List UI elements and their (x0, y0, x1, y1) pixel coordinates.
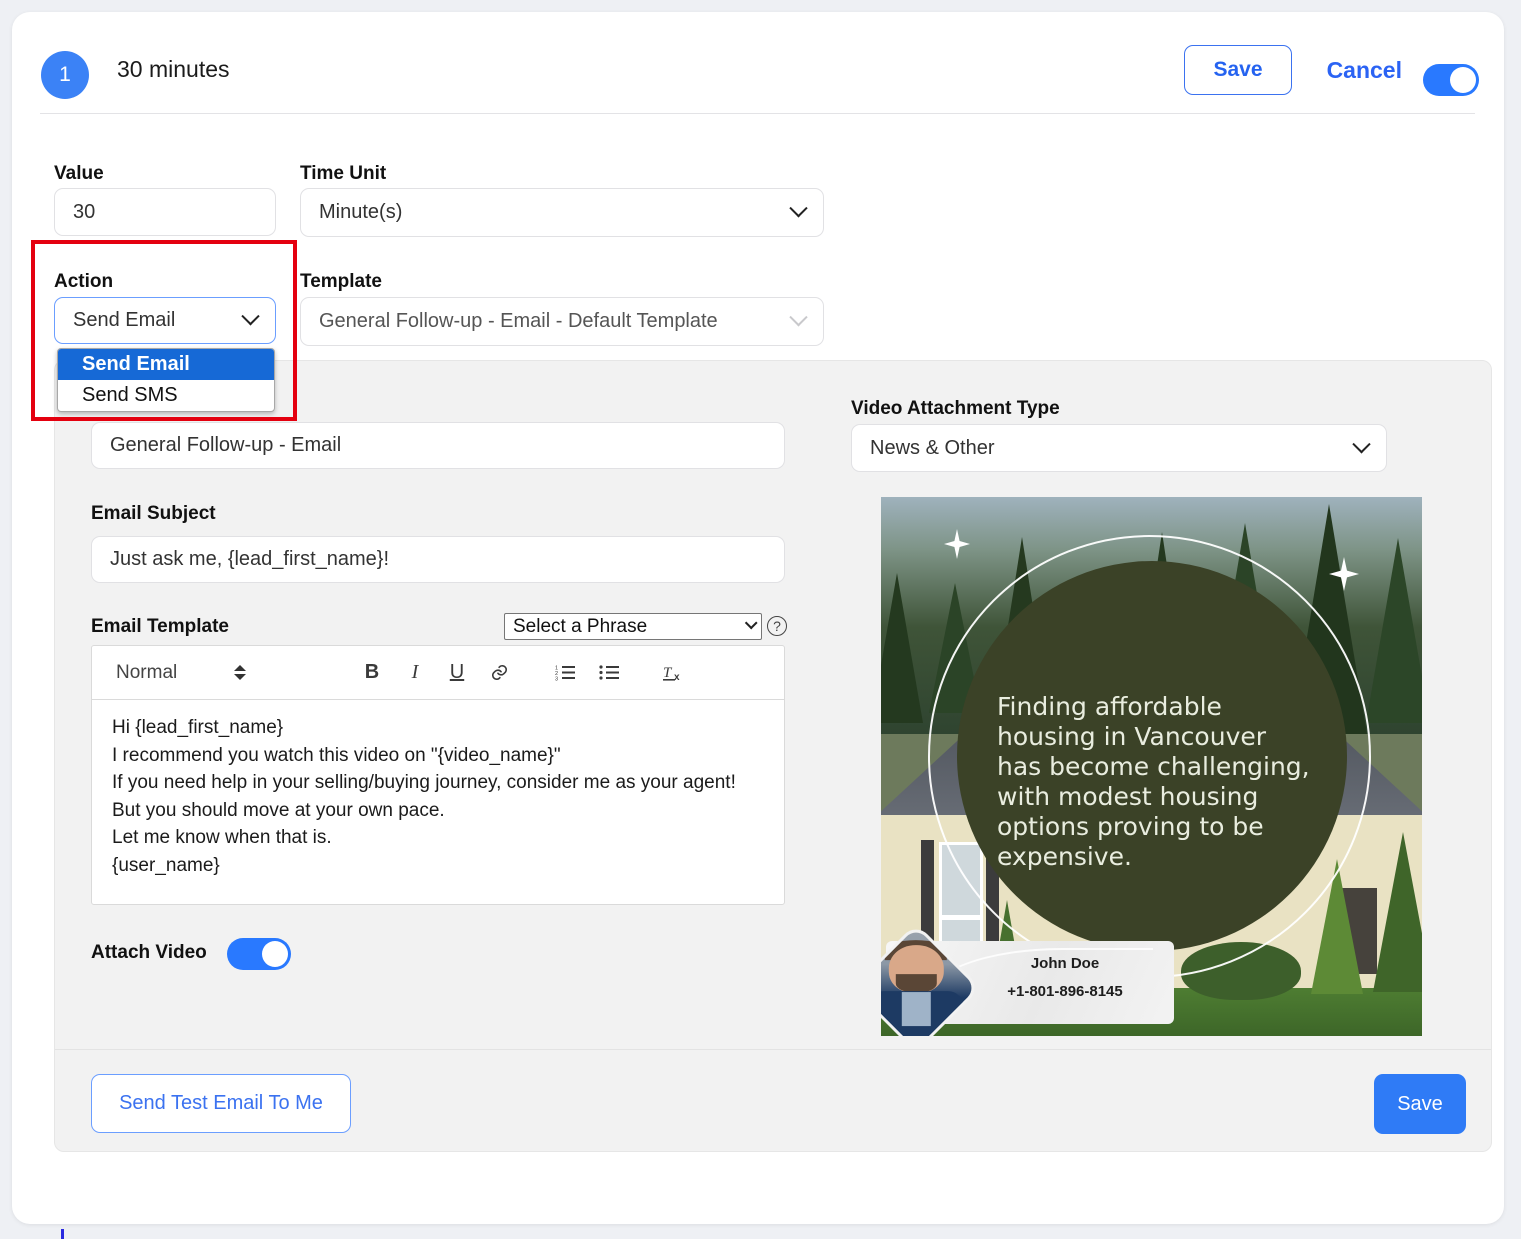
email-subject-label: Email Subject (91, 503, 216, 525)
step-title: 30 minutes (117, 56, 230, 83)
action-option-send-sms[interactable]: Send SMS (58, 380, 274, 411)
action-dropdown-list[interactable]: Send Email Send SMS (57, 348, 275, 412)
value-input[interactable]: 30 (54, 188, 276, 236)
step-enabled-toggle[interactable] (1423, 64, 1479, 96)
bullet-list-icon[interactable] (594, 658, 624, 688)
toggle-knob (262, 941, 288, 967)
email-subject-input[interactable]: Just ask me, {lead_first_name}! (91, 536, 785, 583)
agent-phone: +1-801-896-8145 (970, 983, 1160, 1000)
link-icon[interactable] (484, 658, 514, 688)
avatar-beard (896, 974, 937, 993)
toggle-knob (1450, 67, 1476, 93)
header-save-button[interactable]: Save (1184, 45, 1292, 95)
shrub-cone (1373, 832, 1422, 992)
attach-video-toggle[interactable] (227, 938, 291, 970)
editor-line: I recommend you watch this video on "{vi… (112, 742, 764, 770)
send-test-email-button[interactable]: Send Test Email To Me (91, 1074, 351, 1133)
video-thumbnail[interactable]: Finding affordable housing in Vancouver … (881, 497, 1422, 1036)
italic-icon[interactable]: I (400, 658, 430, 688)
underline-icon[interactable]: U (442, 658, 472, 688)
format-dropdown-label[interactable]: Normal (116, 662, 177, 684)
svg-text:T: T (663, 665, 673, 681)
step-number-badge: 1 (41, 51, 89, 99)
svg-text:x: x (674, 672, 680, 683)
panel-save-button[interactable]: Save (1374, 1074, 1466, 1134)
window-shutter (921, 840, 934, 920)
ordered-list-icon[interactable]: 1 2 3 (550, 658, 580, 688)
template-label: Template (300, 271, 382, 293)
video-attachment-type-value: News & Other (870, 437, 994, 460)
chevron-down-icon (241, 307, 259, 325)
workflow-step-card: 1 30 minutes Save Cancel Value 30 Time U… (12, 12, 1504, 1224)
clear-format-icon[interactable]: T x (659, 658, 689, 688)
editor-body[interactable]: Hi {lead_first_name} I recommend you wat… (92, 700, 784, 894)
svg-text:3: 3 (555, 677, 558, 682)
action-select[interactable]: Send Email (54, 297, 276, 344)
editor-line: But you should move at your own pace. (112, 797, 764, 825)
tree-icon (1366, 538, 1422, 723)
template-name-input[interactable]: General Follow-up - Email (91, 422, 785, 469)
editor-toolbar: Normal B I U 1 2 3 (92, 646, 784, 700)
chevron-down-icon (1352, 435, 1370, 453)
template-select[interactable]: General Follow-up - Email - Default Temp… (300, 297, 824, 346)
screenshot-root: 1 30 minutes Save Cancel Value 30 Time U… (0, 0, 1521, 1239)
tree-icon (881, 573, 923, 723)
rich-text-editor[interactable]: Normal B I U 1 2 3 (91, 645, 785, 905)
action-option-send-email[interactable]: Send Email (58, 349, 274, 380)
chevron-down-icon (789, 199, 807, 217)
select-phrase-value: Select a Phrase (513, 616, 647, 638)
attach-video-label: Attach Video (91, 942, 207, 964)
header-divider (40, 113, 1475, 114)
avatar-shirt (902, 992, 931, 1026)
editor-line: If you need help in your selling/buying … (112, 769, 764, 797)
time-unit-label: Time Unit (300, 163, 386, 185)
chevron-down-icon (789, 308, 807, 326)
agent-name: John Doe (970, 955, 1160, 972)
action-label: Action (54, 271, 113, 293)
video-quote-text: Finding affordable housing in Vancouver … (997, 692, 1317, 872)
help-icon[interactable]: ? (767, 616, 787, 636)
card-header: 1 30 minutes Save Cancel (12, 12, 1504, 112)
time-unit-value: Minute(s) (319, 201, 402, 224)
template-value: General Follow-up - Email - Default Temp… (319, 310, 718, 333)
text-cursor-marker (61, 1229, 64, 1239)
select-phrase-dropdown[interactable]: Select a Phrase (504, 613, 762, 640)
header-cancel-button[interactable]: Cancel (1327, 57, 1402, 84)
format-dropdown-arrows-icon[interactable] (234, 663, 248, 683)
action-value: Send Email (73, 309, 175, 332)
video-attachment-type-select[interactable]: News & Other (851, 424, 1387, 472)
chevron-down-icon (745, 617, 758, 630)
value-label: Value (54, 163, 104, 185)
email-template-label: Email Template (91, 616, 229, 638)
editor-line: {user_name} (112, 852, 764, 880)
bold-icon[interactable]: B (357, 658, 387, 688)
time-unit-select[interactable]: Minute(s) (300, 188, 824, 237)
video-attachment-type-label: Video Attachment Type (851, 398, 1060, 420)
editor-line: Let me know when that is. (112, 824, 764, 852)
editor-line: Hi {lead_first_name} (112, 714, 764, 742)
